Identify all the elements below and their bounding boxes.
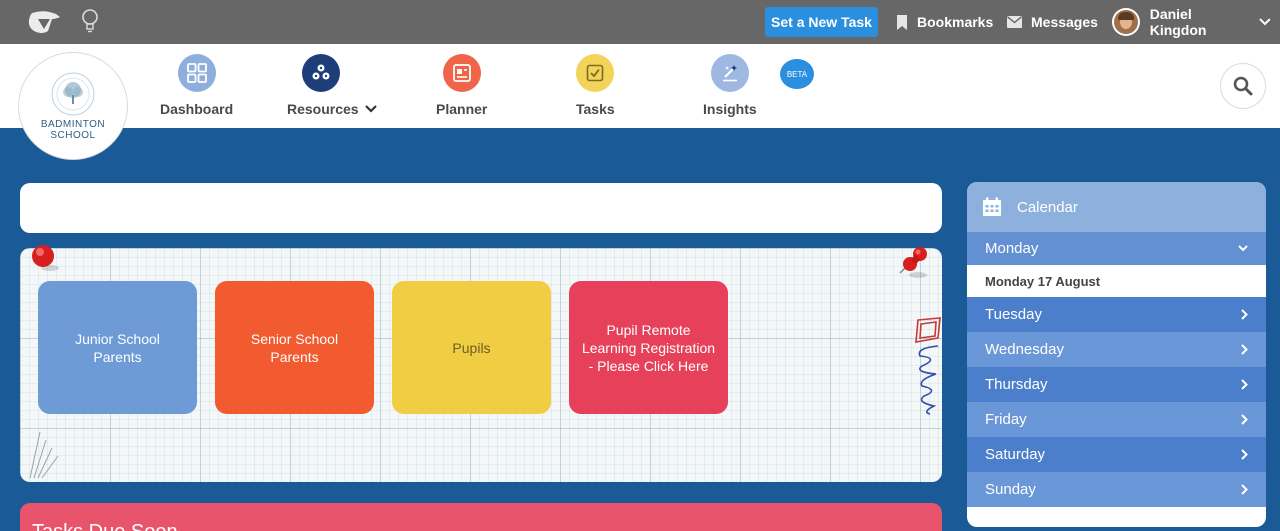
chevron-down-icon — [364, 105, 377, 113]
chevron-right-icon — [1241, 379, 1248, 390]
senior-school-parents-tile[interactable]: Senior School Parents — [215, 281, 374, 414]
dashboard-icon — [177, 54, 216, 92]
messages-label: Messages — [1031, 14, 1098, 30]
day-label: Wednesday — [985, 341, 1064, 358]
calendar-day-monday[interactable]: Monday — [967, 232, 1266, 265]
firefly-logo-icon[interactable] — [26, 9, 62, 35]
pupils-tile[interactable]: Pupils — [392, 281, 551, 414]
nav-insights[interactable]: Insights — [703, 54, 757, 117]
pushpin-icon — [899, 247, 927, 278]
school-crest-icon — [51, 72, 95, 116]
nav-insights-label: Insights — [703, 101, 757, 117]
pupil-remote-learning-tile[interactable]: Pupil Remote Learning Registration - Ple… — [569, 281, 728, 414]
day-label: Monday — [985, 240, 1039, 257]
tasks-icon — [576, 54, 615, 92]
bookmark-icon — [897, 14, 907, 30]
avatar — [1112, 8, 1140, 36]
pushpin-icon — [32, 245, 59, 271]
spring-doodle-decoration — [915, 317, 941, 415]
nav-dashboard[interactable]: Dashboard — [160, 54, 233, 117]
planner-icon — [442, 54, 481, 92]
nav-planner[interactable]: Planner — [436, 54, 487, 117]
calendar-icon — [983, 197, 1001, 216]
top-bar: Set a New Task Bookmarks Messages Daniel… — [0, 0, 1280, 44]
search-icon — [1233, 76, 1253, 96]
calendar-day-saturday[interactable]: Saturday — [967, 437, 1266, 472]
bookmarks-label: Bookmarks — [917, 14, 994, 30]
junior-school-parents-tile[interactable]: Junior School Parents — [38, 281, 197, 414]
lightbulb-icon[interactable] — [80, 8, 100, 34]
school-logo[interactable]: BADMINTON SCHOOL — [18, 52, 128, 160]
calendar-day-wednesday[interactable]: Wednesday — [967, 332, 1266, 367]
chevron-right-icon — [1241, 309, 1248, 320]
calendar-day-friday[interactable]: Friday — [967, 402, 1266, 437]
messages-link[interactable]: Messages — [1007, 0, 1098, 44]
announcement-panel — [20, 183, 942, 233]
calendar-title: Calendar — [1017, 198, 1078, 216]
beta-badge: BETA — [780, 59, 814, 89]
calendar-day-tuesday[interactable]: Tuesday — [967, 297, 1266, 332]
calendar-header: Calendar — [967, 182, 1266, 232]
nav-resources[interactable]: Resources — [287, 54, 377, 117]
tasks-due-soon-panel: Tasks Due Soon — [20, 503, 942, 531]
day-label: Tuesday — [985, 306, 1042, 323]
insights-icon — [710, 54, 749, 92]
bookmarks-link[interactable]: Bookmarks — [896, 0, 993, 44]
tasks-due-soon-title: Tasks Due Soon — [32, 521, 178, 531]
nav-dashboard-label: Dashboard — [160, 101, 234, 117]
chevron-right-icon — [1241, 484, 1248, 495]
day-label: Thursday — [985, 376, 1048, 393]
scribble-decoration — [29, 431, 59, 479]
day-label: Friday — [985, 411, 1027, 428]
day-label: Sunday — [985, 481, 1036, 498]
nav-tasks[interactable]: Tasks — [576, 54, 615, 117]
chevron-right-icon — [1241, 449, 1248, 460]
chevron-down-icon — [1238, 245, 1248, 252]
nav-tasks-label: Tasks — [576, 101, 615, 117]
calendar-widget: Calendar Monday Monday 17 August Tuesday… — [967, 182, 1266, 527]
set-new-task-button[interactable]: Set a New Task — [765, 7, 878, 37]
calendar-date-heading: Monday 17 August — [967, 265, 1266, 297]
user-name: Daniel Kingdon — [1149, 6, 1207, 38]
calendar-day-sunday[interactable]: Sunday — [967, 472, 1266, 507]
user-menu[interactable]: Daniel Kingdon — [1112, 0, 1280, 44]
day-label: Saturday — [985, 446, 1046, 463]
search-button[interactable] — [1220, 63, 1266, 109]
resources-icon — [302, 54, 341, 92]
chevron-right-icon — [1241, 414, 1248, 425]
nav-planner-label: Planner — [436, 101, 488, 117]
chevron-right-icon — [1241, 344, 1248, 355]
calendar-day-thursday[interactable]: Thursday — [967, 367, 1266, 402]
envelope-icon — [1007, 16, 1022, 28]
chevron-down-icon — [1259, 18, 1271, 26]
school-name: BADMINTON SCHOOL — [40, 119, 106, 141]
nav-resources-label: Resources — [287, 101, 359, 117]
